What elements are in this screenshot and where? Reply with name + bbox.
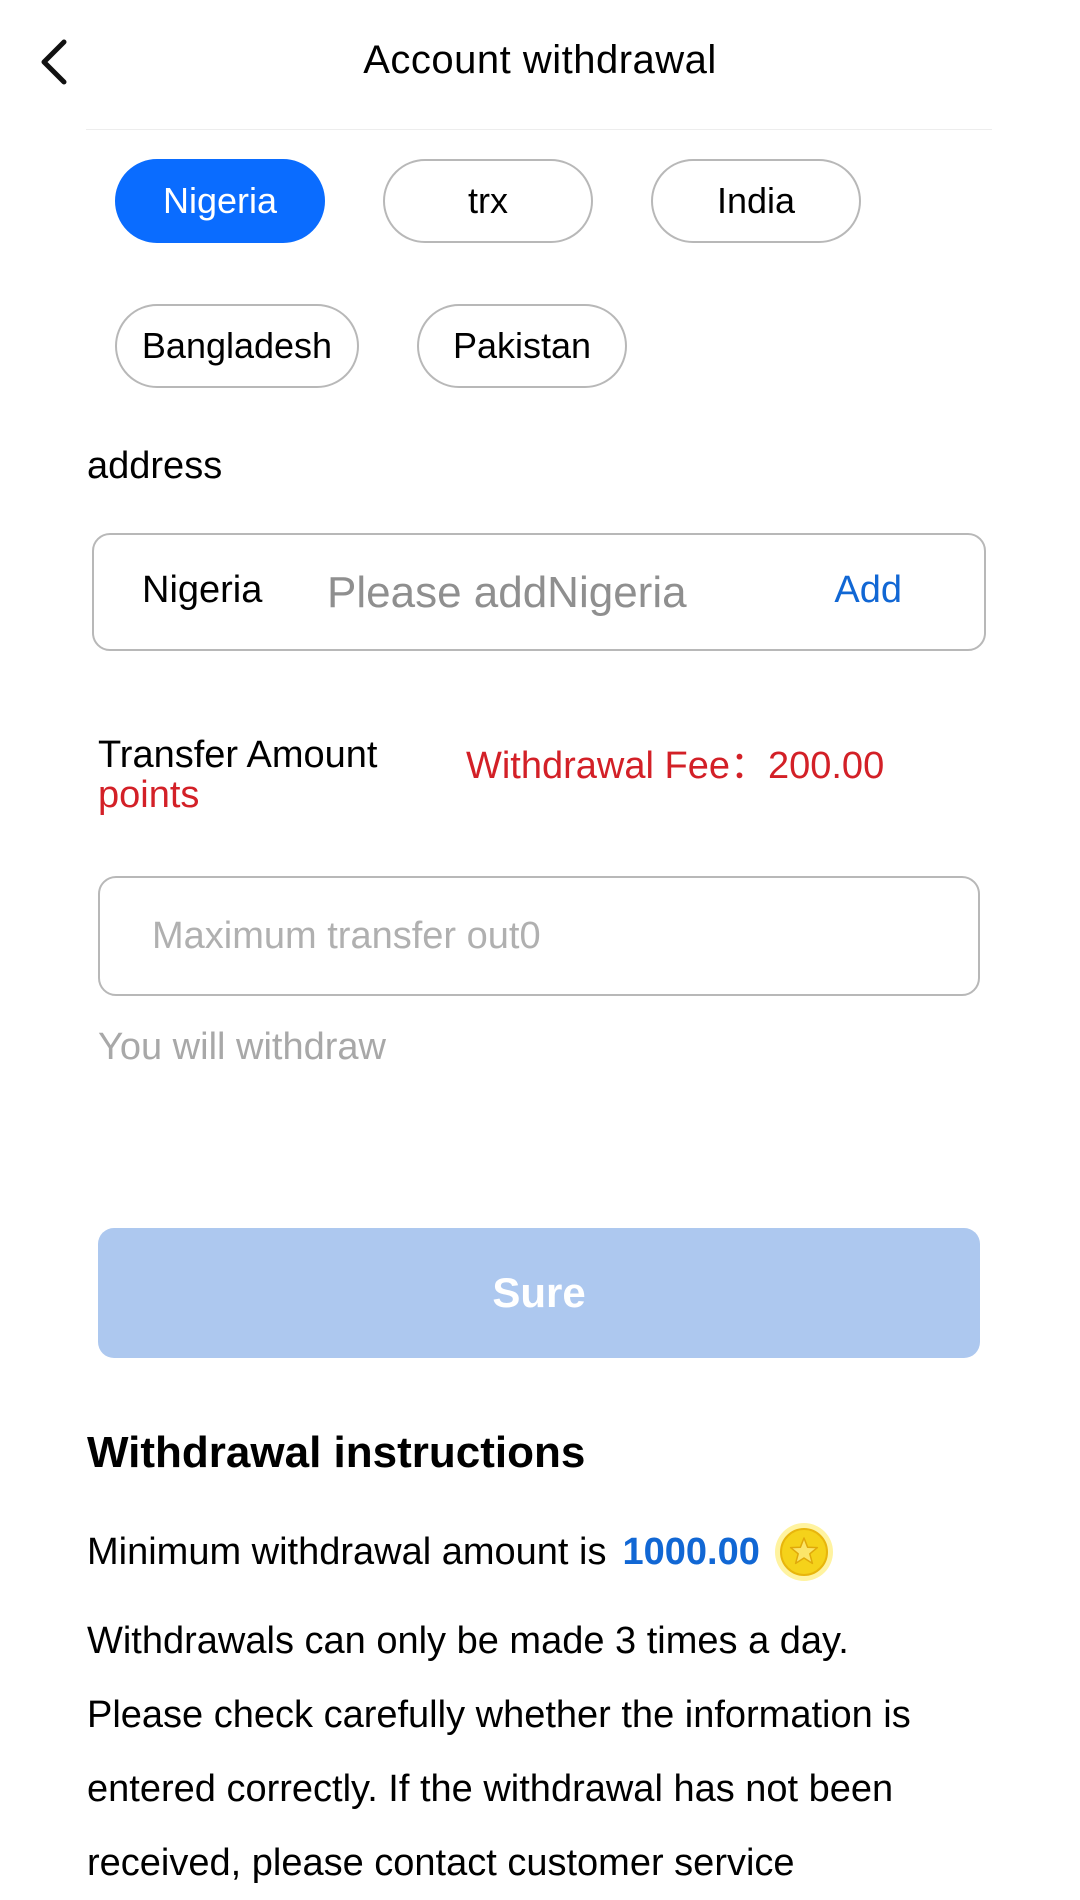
minimum-amount-prefix: Minimum withdrawal amount is bbox=[87, 1530, 607, 1573]
method-chip-bangladesh[interactable]: Bangladesh bbox=[115, 304, 359, 388]
amount-input[interactable] bbox=[152, 908, 932, 964]
instruction-line: Withdrawals can only be made 3 times a d… bbox=[87, 1620, 849, 1662]
sure-button[interactable]: Sure bbox=[98, 1228, 980, 1358]
method-chip-nigeria[interactable]: Nigeria bbox=[115, 159, 325, 243]
withdrawal-fee-text: Withdrawal Fee：200.00 bbox=[466, 745, 885, 787]
gold-coin-star-icon bbox=[774, 1523, 833, 1581]
method-chip-pakistan[interactable]: Pakistan bbox=[417, 304, 627, 388]
header-divider bbox=[86, 129, 992, 130]
instruction-line: Please check carefully whether the infor… bbox=[87, 1694, 911, 1736]
instructions-title: Withdrawal instructions bbox=[87, 1428, 586, 1477]
method-chip-trx[interactable]: trx bbox=[383, 159, 593, 243]
amount-field bbox=[98, 876, 980, 996]
header-bar: Account withdrawal bbox=[0, 0, 1080, 130]
minimum-amount-value: 1000.00 bbox=[622, 1530, 760, 1573]
instructions-text: Withdrawals can only be made 3 times a d… bbox=[87, 1604, 987, 1900]
points-unit-label: points bbox=[98, 774, 200, 816]
minimum-amount-line: Minimum withdrawal amount is 1000.00 bbox=[87, 1520, 834, 1584]
transfer-amount-label: Transfer Amount bbox=[98, 734, 378, 776]
add-address-link[interactable]: Add bbox=[834, 569, 902, 612]
method-chip-india[interactable]: India bbox=[651, 159, 861, 243]
instruction-line: entered correctly. If the withdrawal has… bbox=[87, 1768, 894, 1810]
address-field: Nigeria Add bbox=[92, 533, 986, 651]
page-title: Account withdrawal bbox=[363, 38, 717, 82]
address-label: address bbox=[87, 445, 223, 487]
withdraw-preview-text: You will withdraw bbox=[98, 1026, 386, 1068]
address-input[interactable] bbox=[327, 563, 747, 623]
address-method-label: Nigeria bbox=[142, 569, 263, 611]
instruction-line: received, please contact customer servic… bbox=[87, 1842, 795, 1884]
